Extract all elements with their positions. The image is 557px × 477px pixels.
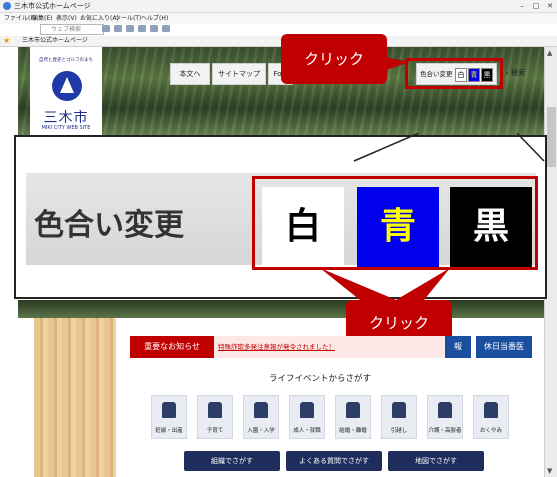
life-event-label: 妊娠・出産 bbox=[155, 428, 183, 434]
holiday-doctor-button[interactable]: 休日当番医 bbox=[476, 336, 532, 358]
life-event-heading: ライフイベントからさがす bbox=[268, 374, 371, 384]
life-event-label: 介護・高齢者 bbox=[428, 428, 462, 434]
life-event-label: 入園・入学 bbox=[247, 428, 275, 434]
menu-favorites[interactable]: お気に入り(A) bbox=[80, 13, 119, 24]
life-event-marriage[interactable]: 結婚・離婚 bbox=[335, 395, 371, 439]
life-event-pregnancy[interactable]: 妊娠・出産 bbox=[151, 395, 187, 439]
search-faq-button[interactable]: よくある質問でさがす bbox=[286, 451, 382, 471]
click-callout-top: クリック bbox=[281, 34, 387, 84]
notice-label: 重要なお知らせ bbox=[130, 336, 214, 358]
minimize-button[interactable]: – bbox=[515, 0, 529, 12]
logo-subtitle: MIKI CITY WEB SITE bbox=[41, 125, 91, 131]
close-button[interactable]: ✕ bbox=[543, 0, 557, 12]
search-label: 検索 bbox=[511, 69, 526, 77]
menu-bar: ファイル(F) 編集(E) 表示(V) お気に入り(A) ツール(T) ヘルプ(… bbox=[0, 13, 557, 24]
sitemap-button[interactable]: サイトマップ bbox=[212, 63, 266, 85]
wood-decoration bbox=[34, 318, 116, 477]
life-event-moving[interactable]: 引越し bbox=[381, 395, 417, 439]
city-emblem-icon bbox=[52, 71, 82, 101]
life-event-condolence[interactable]: おくやみ bbox=[473, 395, 509, 439]
callout-arrows-bottom bbox=[320, 268, 450, 300]
menu-view[interactable]: 表示(V) bbox=[56, 13, 77, 24]
life-event-label: 引越し bbox=[390, 428, 408, 434]
mail-icon[interactable] bbox=[126, 25, 134, 32]
feed-icon[interactable] bbox=[114, 25, 122, 32]
important-notice: 重要なお知らせ 特殊詐欺多発注意報が発令されました！ bbox=[130, 336, 468, 358]
life-event-school[interactable]: 入園・入学 bbox=[243, 395, 279, 439]
window-title: 三木市公式ホームページ bbox=[14, 2, 91, 10]
favorites-star-icon[interactable]: ★ bbox=[3, 36, 10, 46]
notice-link[interactable]: 特殊詐欺多発注意報が発令されました！ bbox=[218, 336, 335, 358]
zoom-blue-swatch[interactable]: 青 bbox=[357, 187, 439, 267]
life-event-label: おくやみ bbox=[479, 428, 502, 434]
life-event-label: 子育て bbox=[206, 428, 224, 434]
web-search-input[interactable]: ウェブ検索 bbox=[40, 24, 104, 35]
moving-box-icon bbox=[392, 402, 406, 418]
window-controls: – □ ✕ bbox=[515, 0, 557, 12]
scroll-down-icon[interactable]: ▼ bbox=[547, 467, 552, 475]
tools-icon[interactable] bbox=[162, 25, 170, 32]
zoom-connector-lines bbox=[353, 133, 545, 162]
header-image-bottom bbox=[18, 300, 544, 318]
life-event-label: 成人・就職 bbox=[293, 428, 321, 434]
scroll-up-icon[interactable]: ▲ bbox=[547, 49, 552, 57]
menu-tools[interactable]: ツール(T) bbox=[115, 13, 141, 24]
home-icon[interactable] bbox=[102, 25, 110, 32]
print-icon[interactable] bbox=[138, 25, 146, 32]
ie-icon bbox=[3, 2, 11, 10]
life-event-elderly-care[interactable]: 介護・高齢者 bbox=[427, 395, 463, 439]
life-event-employment[interactable]: 成人・就職 bbox=[289, 395, 325, 439]
zoom-black-swatch[interactable]: 黒 bbox=[450, 187, 532, 267]
site-logo[interactable]: 自然と歴史とゴルフのまち 三木市 MIKI CITY WEB SITE bbox=[30, 47, 102, 135]
pregnancy-icon bbox=[162, 402, 176, 418]
search-button[interactable]: ⌕ 検索 bbox=[505, 63, 525, 83]
skip-to-content-button[interactable]: 本文へ bbox=[170, 63, 210, 85]
highlight-frame-top bbox=[405, 58, 503, 89]
maximize-button[interactable]: □ bbox=[529, 0, 543, 12]
school-icon bbox=[254, 402, 268, 418]
employment-icon bbox=[300, 402, 314, 418]
zoom-color-label: 色合い変更 bbox=[34, 208, 184, 243]
condolence-icon bbox=[484, 402, 498, 418]
elderly-care-icon bbox=[438, 402, 452, 418]
life-event-childcare[interactable]: 子育て bbox=[197, 395, 233, 439]
logo-tagline: 自然と歴史とゴルフのまち bbox=[39, 58, 93, 63]
search-by-map-button[interactable]: 地図でさがす bbox=[388, 451, 484, 471]
window-titlebar: 三木市公式ホームページ – □ ✕ bbox=[0, 0, 557, 13]
scrollbar-thumb[interactable] bbox=[547, 107, 556, 167]
zoom-white-swatch[interactable]: 白 bbox=[262, 187, 344, 267]
callout-arrow-top bbox=[380, 56, 410, 72]
partially-hidden-button[interactable]: 報 bbox=[445, 336, 471, 358]
life-event-label: 結婚・離婚 bbox=[339, 428, 367, 434]
childcare-icon bbox=[208, 402, 222, 418]
menu-edit[interactable]: 編集(E) bbox=[32, 13, 52, 24]
page-icon[interactable] bbox=[150, 25, 158, 32]
toolbar-icons bbox=[102, 25, 170, 32]
favorites-link[interactable]: 三木市公式ホームページ bbox=[22, 36, 88, 46]
favorites-bar: ★ 三木市公式ホームページ bbox=[0, 36, 557, 47]
logo-name: 三木市 bbox=[43, 110, 89, 126]
marriage-icon bbox=[346, 402, 360, 418]
search-by-organization-button[interactable]: 組織でさがす bbox=[184, 451, 280, 471]
menu-help[interactable]: ヘルプ(H) bbox=[141, 13, 168, 24]
search-icon: ⌕ bbox=[505, 69, 509, 77]
